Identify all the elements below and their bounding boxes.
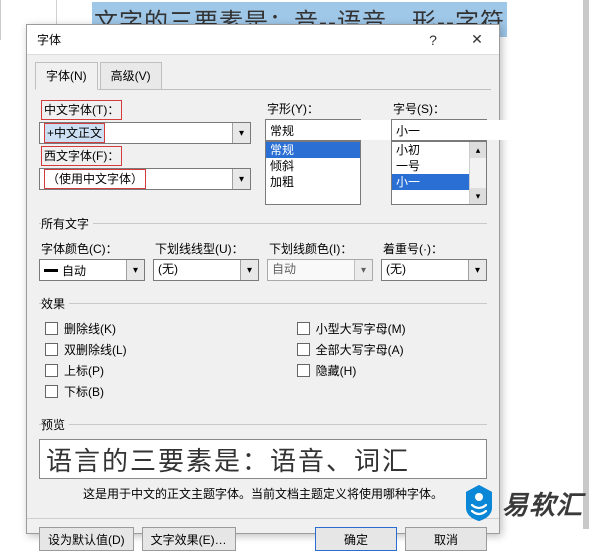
- west-font-combo[interactable]: （使用中文字体） ▾: [39, 168, 251, 190]
- font-selection-row: 中文字体(T)： +中文正文 ▾ 西文字体(F)： （使用中文字体） ▾ 字形(…: [39, 98, 487, 205]
- style-listbox[interactable]: 常规 倾斜 加粗: [265, 141, 361, 205]
- color-swatch-icon: [44, 269, 58, 272]
- underline-style-label: 下划线线型(U)：: [153, 238, 259, 259]
- dstrike-checkbox[interactable]: 双删除线(L): [45, 341, 127, 358]
- scrollbar[interactable]: ▴ ▾: [469, 142, 486, 204]
- all-text-group: 所有文字 字体颜色(C)： 自动 ▾ 下划线线型(U)： (无) ▾: [39, 215, 487, 285]
- preview-group: 预览 语言的三要素是：语音、词汇 这是用于中文的正文主题字体。当前文档主题定义将…: [39, 416, 487, 508]
- preview-box: 语言的三要素是：语音、词汇: [39, 439, 487, 479]
- button-bar: 设为默认值(D) 文字效果(E)… 确定 取消: [27, 518, 499, 559]
- smallcaps-checkbox[interactable]: 小型大写字母(M): [297, 320, 406, 337]
- size-input[interactable]: [391, 119, 487, 141]
- list-item[interactable]: 倾斜: [266, 158, 360, 174]
- strike-checkbox[interactable]: 删除线(K): [45, 320, 127, 337]
- scroll-down-icon[interactable]: ▾: [470, 188, 486, 204]
- effects-group: 效果 删除线(K) 双删除线(L) 上标(P) 下标(B) 小型大写字母(M) …: [39, 295, 487, 406]
- right-margin: [583, 0, 589, 529]
- scroll-up-icon[interactable]: ▴: [470, 142, 486, 158]
- scroll-track[interactable]: [470, 158, 486, 188]
- underline-color-label: 下划线颜色(I)：: [267, 238, 373, 259]
- size-field[interactable]: [392, 120, 555, 140]
- list-item[interactable]: 一号: [392, 158, 469, 174]
- size-listbox[interactable]: 小初 一号 小一 ▴ ▾: [391, 141, 487, 205]
- tab-font[interactable]: 字体(N): [35, 62, 98, 90]
- chevron-down-icon[interactable]: ▾: [354, 260, 372, 280]
- logo-text: 易软汇: [502, 485, 583, 522]
- allcaps-checkbox[interactable]: 全部大写字母(A): [297, 341, 406, 358]
- effects-legend: 效果: [41, 295, 69, 312]
- chevron-down-icon[interactable]: ▾: [468, 260, 486, 280]
- chevron-down-icon[interactable]: ▾: [126, 260, 144, 280]
- superscript-checkbox[interactable]: 上标(P): [45, 362, 127, 379]
- cancel-button[interactable]: 取消: [405, 527, 487, 551]
- preview-note: 这是用于中文的正文主题字体。当前文档主题定义将使用哪种字体。: [39, 479, 487, 504]
- text-effects-button[interactable]: 文字效果(E)…: [142, 527, 236, 551]
- dialog-body: 中文字体(T)： +中文正文 ▾ 西文字体(F)： （使用中文字体） ▾ 字形(…: [27, 90, 499, 518]
- subscript-checkbox[interactable]: 下标(B): [45, 383, 127, 400]
- preview-legend: 预览: [41, 416, 69, 433]
- emphasis-label: 着重号(·)：: [381, 238, 487, 259]
- list-item[interactable]: 小初: [392, 142, 469, 158]
- font-color-combo[interactable]: 自动 ▾: [39, 259, 145, 281]
- watermark-logo: 易软汇: [462, 483, 583, 523]
- font-color-label: 字体颜色(C)：: [39, 238, 145, 259]
- set-default-button[interactable]: 设为默认值(D): [39, 527, 134, 551]
- chevron-down-icon[interactable]: ▾: [232, 169, 250, 189]
- titlebar: 字体 ? ✕: [27, 25, 499, 55]
- font-dialog: 字体 ? ✕ 字体(N) 高级(V) 中文字体(T)： +中文正文 ▾ 西文字体…: [26, 24, 500, 534]
- chevron-down-icon[interactable]: ▾: [240, 260, 258, 280]
- west-font-label: 西文字体(F)：: [39, 144, 251, 168]
- tabs: 字体(N) 高级(V): [27, 55, 499, 89]
- hidden-checkbox[interactable]: 隐藏(H): [297, 362, 406, 379]
- list-item[interactable]: 小一: [392, 174, 469, 190]
- style-label: 字形(Y)：: [265, 98, 361, 119]
- underline-color-combo[interactable]: 自动 ▾: [267, 259, 373, 281]
- underline-style-combo[interactable]: (无) ▾: [153, 259, 259, 281]
- cn-font-label: 中文字体(T)：: [39, 98, 251, 122]
- list-item[interactable]: 加粗: [266, 174, 360, 190]
- close-button[interactable]: ✕: [455, 25, 499, 55]
- logo-icon: [462, 483, 496, 523]
- chevron-down-icon[interactable]: ▾: [232, 123, 250, 143]
- help-button[interactable]: ?: [411, 25, 455, 55]
- tab-advanced[interactable]: 高级(V): [100, 62, 162, 90]
- size-label: 字号(S)：: [391, 98, 487, 119]
- ok-button[interactable]: 确定: [315, 527, 397, 551]
- style-input[interactable]: [265, 119, 361, 141]
- dialog-title: 字体: [37, 31, 411, 48]
- all-text-legend: 所有文字: [41, 215, 93, 232]
- cn-font-combo[interactable]: +中文正文 ▾: [39, 122, 251, 144]
- emphasis-combo[interactable]: (无) ▾: [381, 259, 487, 281]
- list-item[interactable]: 常规: [266, 142, 360, 158]
